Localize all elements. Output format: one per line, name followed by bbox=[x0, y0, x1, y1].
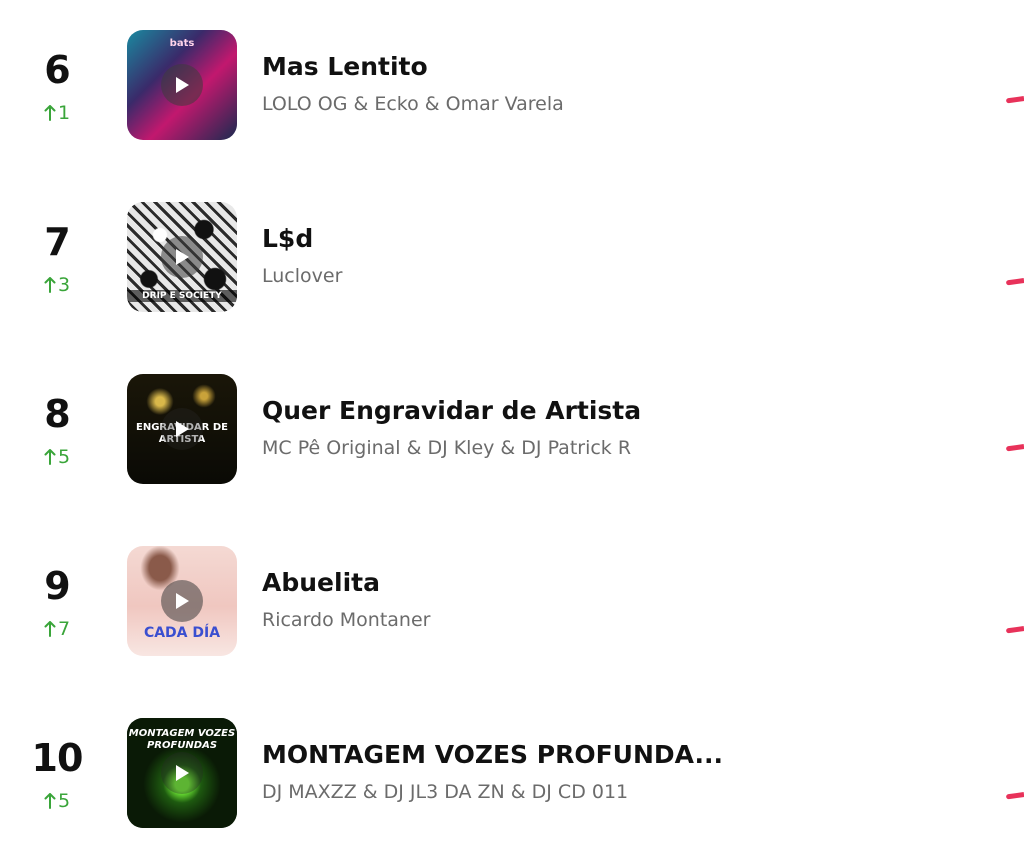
play-button[interactable] bbox=[161, 64, 203, 106]
track-title[interactable]: Abuelita bbox=[262, 568, 380, 597]
rank-change-value: 5 bbox=[57, 446, 71, 468]
album-cover[interactable]: MONTAGEM VOZES PROFUNDAS bbox=[127, 718, 237, 828]
trend-line bbox=[1005, 96, 1024, 104]
arrow-up-icon bbox=[44, 793, 56, 809]
trend-line bbox=[1005, 444, 1024, 452]
track-row[interactable]: 8 5 ENGRAVIDAR DE ARTISTA Quer Engravida… bbox=[0, 374, 1024, 486]
rank-change: 5 bbox=[0, 790, 114, 812]
track-row[interactable]: 10 5 MONTAGEM VOZES PROFUNDAS MONTAGEM V… bbox=[0, 718, 1024, 830]
track-title[interactable]: Quer Engravidar de Artista bbox=[262, 396, 641, 425]
rank-change-value: 1 bbox=[57, 102, 71, 124]
play-button[interactable] bbox=[161, 580, 203, 622]
cover-label: CADA DÍA bbox=[143, 625, 221, 641]
rank-number: 6 bbox=[44, 48, 70, 92]
play-button[interactable] bbox=[161, 752, 203, 794]
rank-change-value: 3 bbox=[57, 274, 71, 296]
rank-change: 7 bbox=[0, 618, 114, 640]
rank-change-value: 7 bbox=[57, 618, 71, 640]
rank-number: 9 bbox=[44, 564, 70, 608]
arrow-up-icon bbox=[44, 105, 56, 121]
arrow-up-icon bbox=[44, 449, 56, 465]
play-button[interactable] bbox=[161, 236, 203, 278]
rank-number: 8 bbox=[44, 392, 70, 436]
play-icon bbox=[176, 249, 189, 265]
track-artist[interactable]: DJ MAXZZ & DJ JL3 DA ZN & DJ CD 011 bbox=[262, 781, 628, 803]
track-title[interactable]: L$d bbox=[262, 224, 313, 253]
album-cover[interactable]: bats bbox=[127, 30, 237, 140]
cover-label: MONTAGEM VOZES PROFUNDAS bbox=[128, 728, 236, 751]
arrow-up-icon bbox=[44, 621, 56, 637]
track-title[interactable]: MONTAGEM VOZES PROFUNDA... bbox=[262, 740, 723, 769]
rank-change: 3 bbox=[0, 274, 114, 296]
track-row[interactable]: 9 7 CADA DÍA Abuelita Ricardo Montaner bbox=[0, 546, 1024, 658]
track-title[interactable]: Mas Lentito bbox=[262, 52, 428, 81]
rank-change: 1 bbox=[0, 102, 114, 124]
cover-label: DRIP E SOCIETY bbox=[127, 290, 237, 302]
rank-change-value: 5 bbox=[57, 790, 71, 812]
album-cover[interactable]: DRIP E SOCIETY bbox=[127, 202, 237, 312]
rank-number: 10 bbox=[31, 736, 84, 780]
album-cover[interactable]: CADA DÍA bbox=[127, 546, 237, 656]
trend-line bbox=[1005, 278, 1024, 286]
track-artist[interactable]: LOLO OG & Ecko & Omar Varela bbox=[262, 93, 564, 115]
track-artist[interactable]: Luclover bbox=[262, 265, 342, 287]
play-button[interactable] bbox=[161, 408, 203, 450]
trend-line bbox=[1005, 626, 1024, 634]
trend-line bbox=[1005, 792, 1024, 800]
track-row[interactable]: 6 1 bats Mas Lentito LOLO OG & Ecko & Om… bbox=[0, 30, 1024, 142]
play-icon bbox=[176, 593, 189, 609]
track-artist[interactable]: MC Pê Original & DJ Kley & DJ Patrick R bbox=[262, 437, 631, 459]
track-row[interactable]: 7 3 DRIP E SOCIETY L$d Luclover bbox=[0, 202, 1024, 314]
album-cover[interactable]: ENGRAVIDAR DE ARTISTA bbox=[127, 374, 237, 484]
play-icon bbox=[176, 421, 189, 437]
play-icon bbox=[176, 765, 189, 781]
cover-label: bats bbox=[169, 38, 195, 49]
track-chart-list: 6 1 bats Mas Lentito LOLO OG & Ecko & Om… bbox=[0, 0, 1024, 856]
track-artist[interactable]: Ricardo Montaner bbox=[262, 609, 430, 631]
rank-number: 7 bbox=[44, 220, 70, 264]
rank-change: 5 bbox=[0, 446, 114, 468]
arrow-up-icon bbox=[44, 277, 56, 293]
play-icon bbox=[176, 77, 189, 93]
